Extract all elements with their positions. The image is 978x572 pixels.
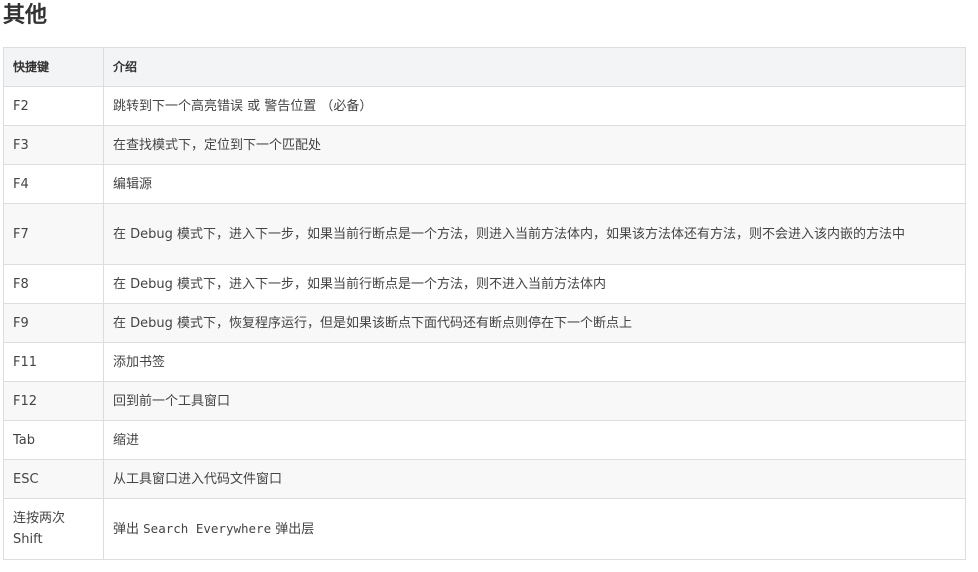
table-row: F8 在 Debug 模式下，进入下一步，如果当前行断点是一个方法，则不进入当前… [3, 264, 966, 304]
table-row: F11 添加书签 [3, 342, 966, 382]
table-header-row: 快捷键 介绍 [3, 47, 966, 87]
shortcut-key: Tab [3, 420, 104, 460]
shortcut-key: F11 [3, 342, 104, 382]
shortcut-key: F9 [3, 303, 104, 343]
table-row: Tab 缩进 [3, 420, 966, 460]
column-header-description: 介绍 [103, 47, 966, 87]
shortcut-key: F8 [3, 264, 104, 304]
table-row: F7 在 Debug 模式下，进入下一步，如果当前行断点是一个方法，则进入当前方… [3, 203, 966, 265]
shortcut-description: 添加书签 [103, 342, 966, 382]
shortcut-description: 在查找模式下，定位到下一个匹配处 [103, 125, 966, 165]
table-row: F9 在 Debug 模式下，恢复程序运行，但是如果该断点下面代码还有断点则停在… [3, 303, 966, 343]
table-row: F4 编辑源 [3, 164, 966, 204]
table-row: 连按两次 Shift 弹出 Search Everywhere 弹出层 [3, 498, 966, 560]
shortcuts-table: 快捷键 介绍 F2 跳转到下一个高亮错误 或 警告位置 （必备） F3 在查找模… [3, 47, 966, 560]
table-row: F3 在查找模式下，定位到下一个匹配处 [3, 125, 966, 165]
shortcut-description: 弹出 Search Everywhere 弹出层 [103, 498, 966, 560]
shortcut-description: 在 Debug 模式下，恢复程序运行，但是如果该断点下面代码还有断点则停在下一个… [103, 303, 966, 343]
shortcut-key: F4 [3, 164, 104, 204]
table-row: ESC 从工具窗口进入代码文件窗口 [3, 459, 966, 499]
shortcut-key: ESC [3, 459, 104, 499]
shortcut-description: 在 Debug 模式下，进入下一步，如果当前行断点是一个方法，则进入当前方法体内… [103, 203, 966, 265]
page: 其他 快捷键 介绍 F2 跳转到下一个高亮错误 或 警告位置 （必备） F3 在… [0, 0, 978, 572]
shortcut-description: 缩进 [103, 420, 966, 460]
table-row: F12 回到前一个工具窗口 [3, 381, 966, 421]
shortcut-key: F12 [3, 381, 104, 421]
shortcut-description: 从工具窗口进入代码文件窗口 [103, 459, 966, 499]
section-heading: 其他 [3, 3, 48, 28]
shortcut-description: 回到前一个工具窗口 [103, 381, 966, 421]
description-prefix: 弹出 [113, 522, 140, 537]
shortcut-key: 连按两次 Shift [3, 498, 104, 560]
shortcut-key: F7 [3, 203, 104, 265]
column-header-key: 快捷键 [3, 47, 104, 87]
shortcut-description: 在 Debug 模式下，进入下一步，如果当前行断点是一个方法，则不进入当前方法体… [103, 264, 966, 304]
shortcut-description: 跳转到下一个高亮错误 或 警告位置 （必备） [103, 86, 966, 126]
shortcut-description: 编辑源 [103, 164, 966, 204]
description-suffix: 弹出层 [275, 522, 315, 537]
inline-code: Search Everywhere [143, 521, 272, 536]
table-row: F2 跳转到下一个高亮错误 或 警告位置 （必备） [3, 86, 966, 126]
shortcut-key: F2 [3, 86, 104, 126]
shortcut-key: F3 [3, 125, 104, 165]
